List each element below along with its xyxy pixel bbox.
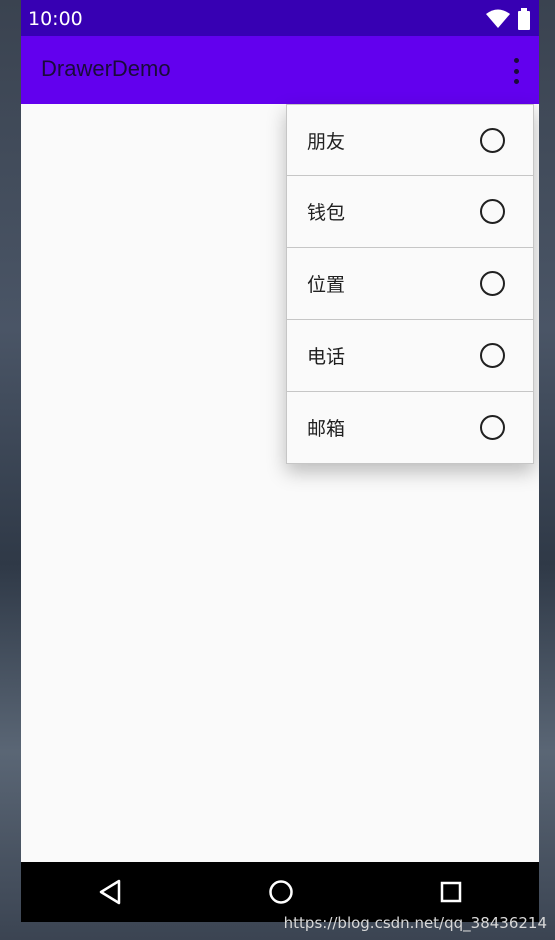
back-icon[interactable] bbox=[97, 878, 123, 910]
menu-item-friends[interactable]: 朋友 bbox=[286, 104, 534, 176]
status-icons bbox=[485, 8, 531, 34]
menu-item-label: 朋友 bbox=[307, 131, 346, 153]
overflow-menu: 朋友 钱包 位置 电话 邮箱 bbox=[286, 104, 534, 464]
home-icon[interactable] bbox=[267, 878, 295, 910]
menu-item-label: 钱包 bbox=[307, 202, 346, 224]
menu-item-location[interactable]: 位置 bbox=[286, 248, 534, 320]
menu-item-wallet[interactable]: 钱包 bbox=[286, 176, 534, 248]
radio-button-icon[interactable] bbox=[480, 199, 505, 224]
app-title: DrawerDemo bbox=[41, 56, 171, 81]
menu-item-label: 电话 bbox=[307, 346, 346, 368]
radio-button-icon[interactable] bbox=[480, 271, 505, 296]
status-time: 10:00 bbox=[28, 8, 83, 30]
navigation-bar bbox=[21, 862, 539, 922]
wifi-icon bbox=[485, 9, 511, 33]
phone-screen: 10:00 DrawerDemo 朋友 钱包 位置 电话 邮箱 bbox=[21, 0, 539, 922]
battery-icon bbox=[517, 8, 531, 34]
menu-item-phone[interactable]: 电话 bbox=[286, 320, 534, 392]
recents-icon[interactable] bbox=[439, 878, 463, 910]
radio-button-icon[interactable] bbox=[480, 415, 505, 440]
more-vert-icon[interactable] bbox=[511, 58, 521, 84]
status-bar: 10:00 bbox=[21, 0, 539, 36]
radio-button-icon[interactable] bbox=[480, 343, 505, 368]
menu-item-label: 位置 bbox=[307, 274, 346, 296]
watermark-text: https://blog.csdn.net/qq_38436214 bbox=[283, 914, 547, 932]
menu-item-mailbox[interactable]: 邮箱 bbox=[286, 392, 534, 464]
menu-item-label: 邮箱 bbox=[307, 418, 346, 440]
app-bar: DrawerDemo bbox=[21, 36, 539, 104]
radio-button-icon[interactable] bbox=[480, 128, 505, 153]
